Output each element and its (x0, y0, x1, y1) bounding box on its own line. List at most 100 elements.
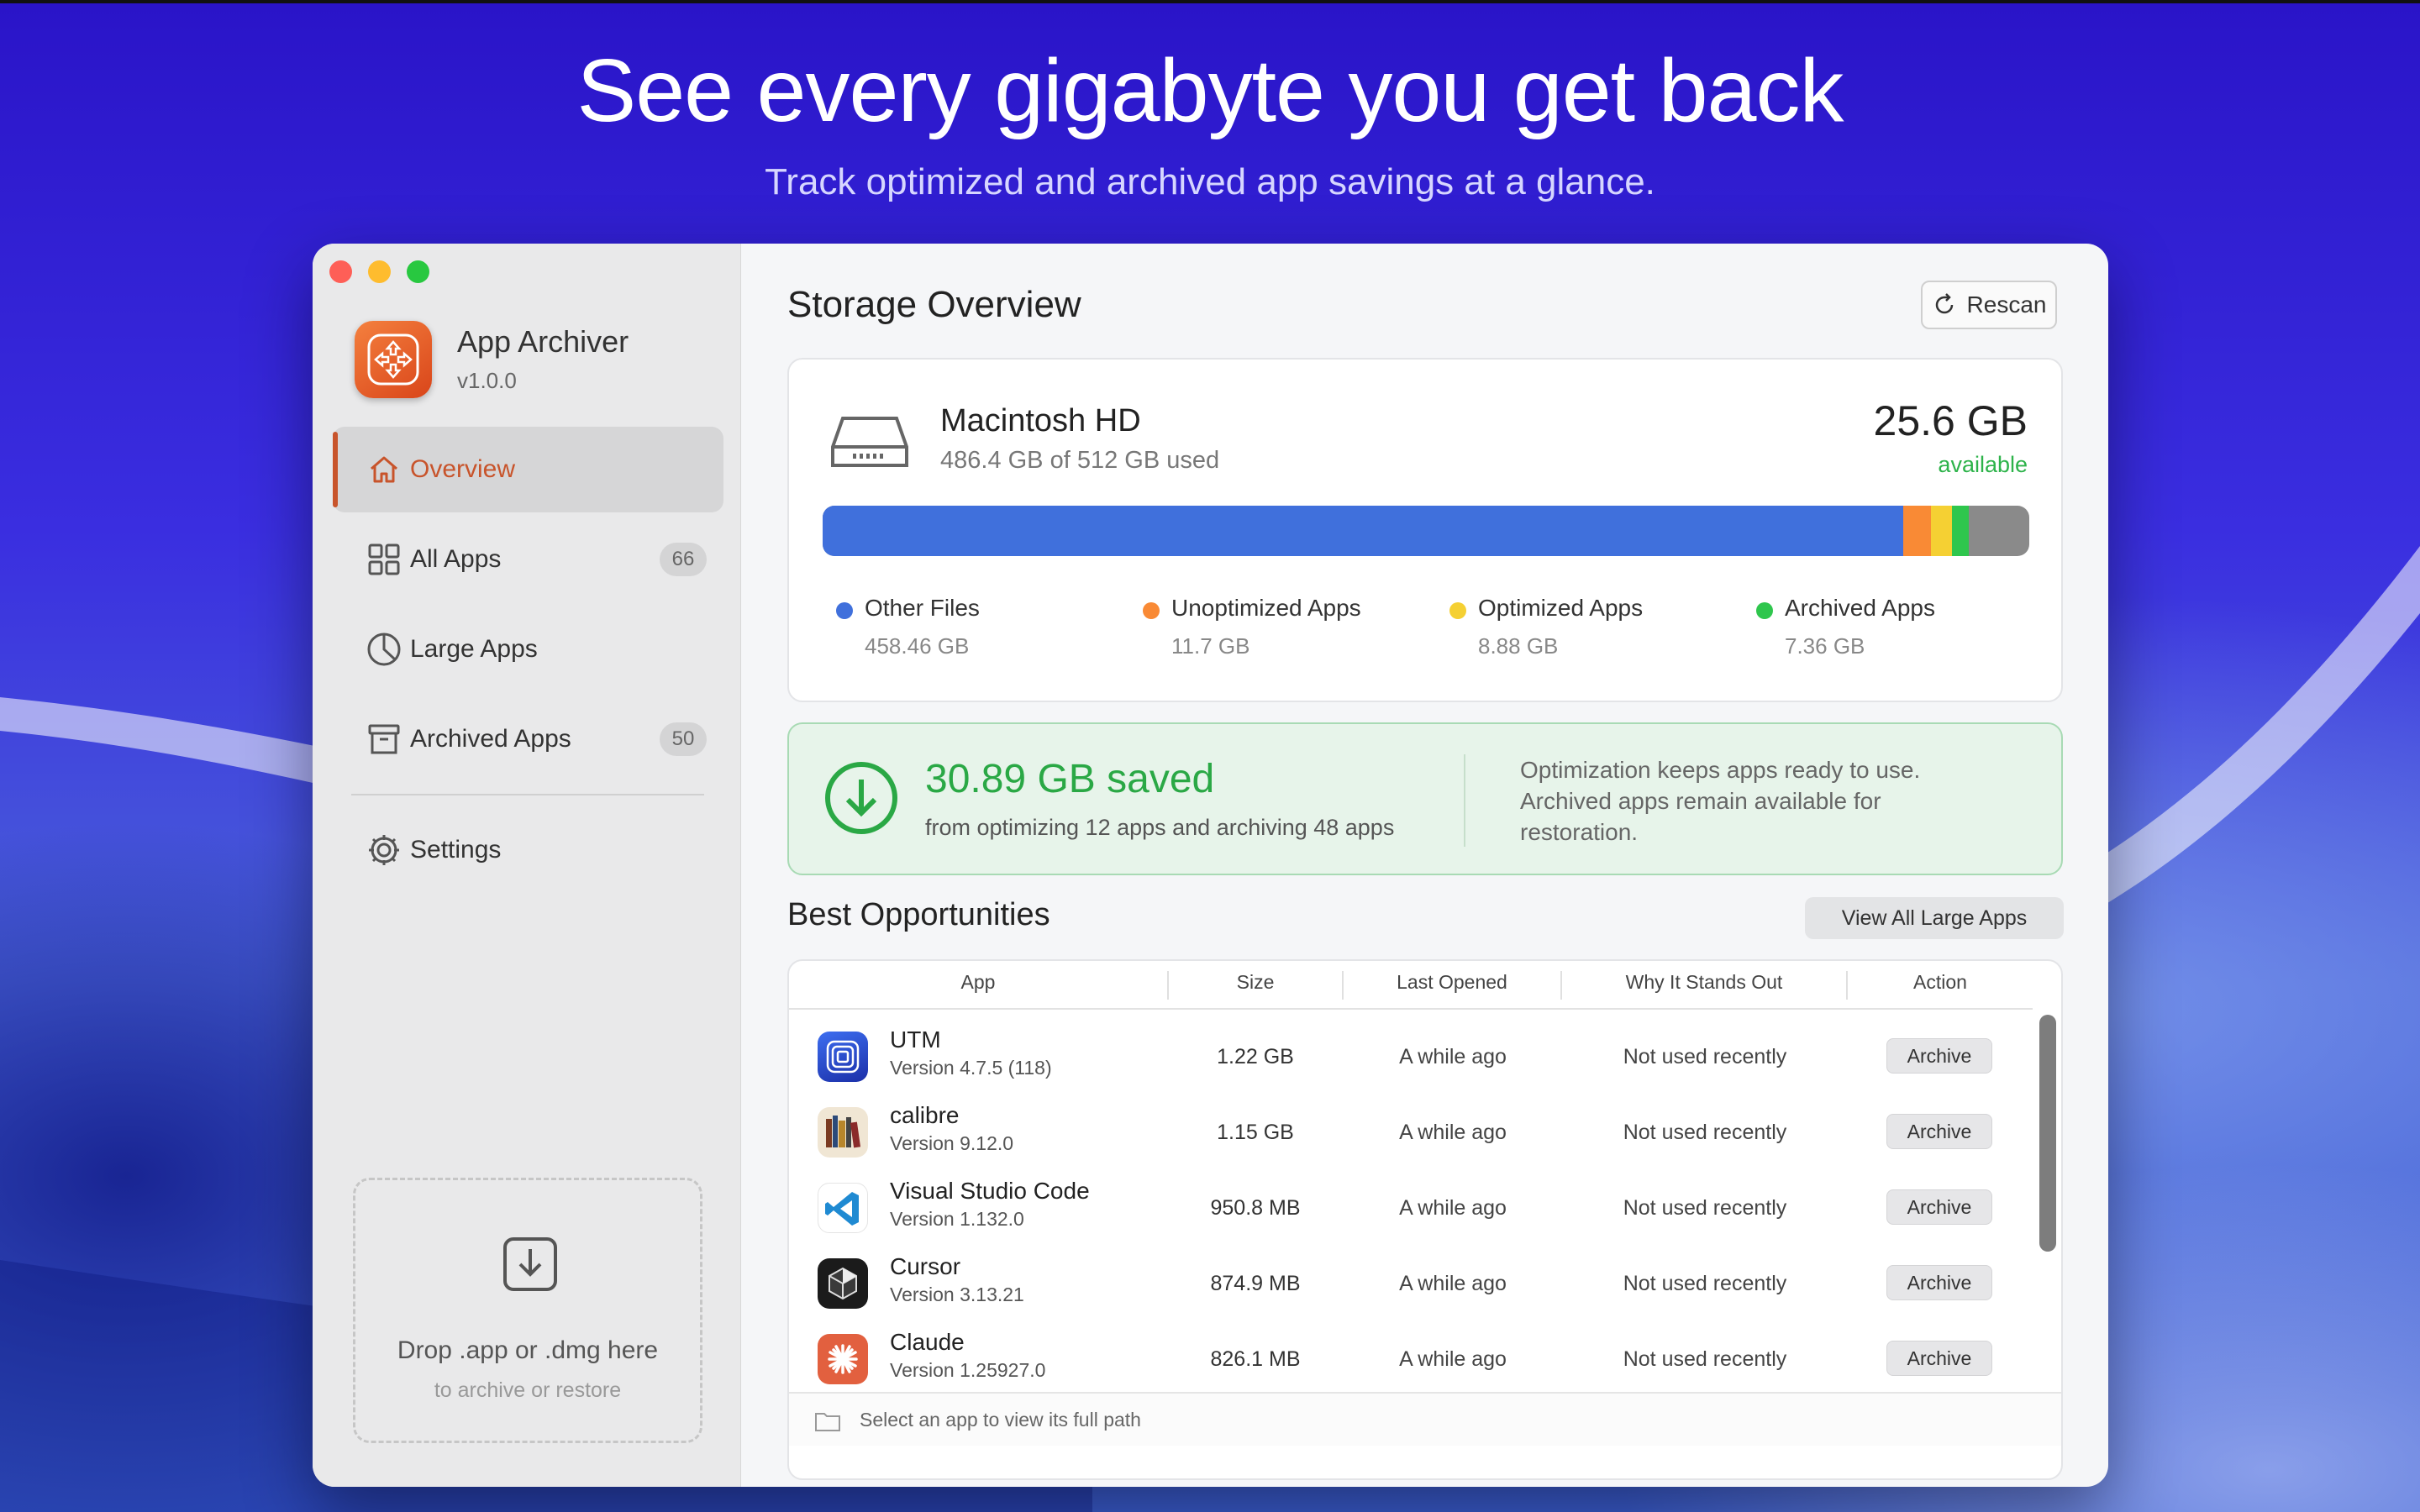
count-badge: 66 (660, 543, 707, 576)
app-size: 826.1 MB (1210, 1347, 1301, 1371)
app-version: Version 9.12.0 (890, 1132, 1014, 1154)
zoom-window-button[interactable] (407, 260, 429, 283)
table-row[interactable]: Cursor Version 3.13.21 874.9 MB A while … (789, 1238, 2033, 1314)
table-footer: Select an app to view its full path (789, 1392, 2061, 1446)
why-stands-out: Not used recently (1623, 1121, 1787, 1144)
app-name: Cursor (890, 1253, 961, 1279)
grid-icon (365, 540, 403, 579)
column-header-action[interactable]: Action (1848, 971, 2033, 994)
storage-bar-segment (1951, 506, 1970, 556)
sidebar-item-label: Settings (410, 836, 502, 864)
sidebar: App Archiver v1.0.0 Overview All Apps 66… (313, 244, 741, 1487)
sidebar-item-all-apps[interactable]: All Apps 66 (333, 517, 723, 602)
app-size: 874.9 MB (1210, 1272, 1301, 1295)
disk-available-label: available (1938, 452, 2028, 477)
savings-headline: 30.89 GB saved (925, 757, 1215, 801)
disk-available-value: 25.6 GB (1873, 397, 2028, 444)
utm-app-icon (818, 1032, 868, 1082)
close-window-button[interactable] (329, 260, 352, 283)
archive-button[interactable]: Archive (1886, 1114, 1992, 1149)
storage-bar (823, 506, 2029, 556)
table-row[interactable]: calibre Version 9.12.0 1.15 GB A while a… (789, 1087, 2033, 1163)
opportunities-table: App Size Last Opened Why It Stands Out A… (787, 959, 2063, 1480)
legend-dot (1756, 602, 1773, 619)
last-opened: A while ago (1399, 1121, 1507, 1144)
column-header-app[interactable]: App (789, 971, 1167, 994)
cursor-app-icon (818, 1258, 868, 1309)
app-name: Claude (890, 1329, 965, 1355)
column-header-size[interactable]: Size (1169, 971, 1342, 994)
last-opened: A while ago (1399, 1347, 1507, 1371)
why-stands-out: Not used recently (1623, 1347, 1787, 1371)
sidebar-item-large-apps[interactable]: Large Apps (333, 606, 723, 692)
table-row[interactable]: UTM Version 4.7.5 (118) 1.22 GB A while … (789, 1011, 2033, 1087)
savings-card: 30.89 GB saved from optimizing 12 apps a… (787, 722, 2063, 875)
app-version: Version 1.25927.0 (890, 1359, 1046, 1381)
archive-button[interactable]: Archive (1886, 1189, 1992, 1225)
sidebar-item-label: All Apps (410, 545, 502, 573)
traffic-lights (329, 260, 429, 283)
app-size: 1.15 GB (1217, 1121, 1294, 1144)
drop-zone-subtitle: to archive or restore (434, 1378, 622, 1402)
hard-drive-icon (831, 417, 908, 467)
footer-hint: Select an app to view its full path (860, 1409, 1141, 1431)
drop-zone[interactable]: Drop .app or .dmg here to archive or res… (353, 1178, 702, 1443)
rescan-label: Rescan (1966, 291, 2047, 318)
legend-name: Optimized Apps (1478, 595, 1644, 621)
why-stands-out: Not used recently (1623, 1196, 1787, 1220)
archive-button[interactable]: Archive (1886, 1038, 1992, 1074)
app-size: 1.22 GB (1217, 1045, 1294, 1068)
view-all-large-apps-button[interactable]: View All Large Apps (1805, 897, 2064, 939)
minimize-window-button[interactable] (368, 260, 391, 283)
disk-name: Macintosh HD (940, 403, 1141, 438)
disk-usage: 486.4 GB of 512 GB used (940, 447, 1220, 474)
legend-dot (1143, 602, 1160, 619)
drop-zone-title: Drop .app or .dmg here (397, 1336, 659, 1364)
app-name: App Archiver (457, 324, 629, 359)
claude-app-icon (818, 1334, 868, 1384)
app-name: UTM (890, 1026, 941, 1053)
sidebar-item-label: Archived Apps (410, 725, 571, 753)
sidebar-item-overview[interactable]: Overview (333, 427, 723, 512)
app-name: calibre (890, 1102, 960, 1128)
legend-name: Archived Apps (1785, 595, 1935, 621)
storage-bar-segment (1930, 506, 1952, 556)
rescan-button[interactable]: Rescan (1921, 281, 2057, 329)
app-size: 950.8 MB (1210, 1196, 1301, 1220)
hero-subtitle: Track optimized and archived app savings… (765, 161, 1655, 202)
page-title: Storage Overview (787, 284, 1081, 325)
table-body: UTM Version 4.7.5 (118) 1.22 GB A while … (789, 1011, 2033, 1394)
why-stands-out: Not used recently (1623, 1272, 1787, 1295)
sidebar-item-label: Overview (410, 455, 516, 483)
refresh-icon (1935, 293, 1953, 314)
savings-divider (1464, 754, 1465, 847)
home-icon (365, 450, 403, 489)
storage-bar-segment (1902, 506, 1931, 556)
count-badge: 50 (660, 722, 707, 756)
why-stands-out: Not used recently (1623, 1045, 1787, 1068)
legend-dot (836, 602, 853, 619)
sidebar-item-archived-apps[interactable]: Archived Apps 50 (333, 696, 723, 782)
table-header: App Size Last Opened Why It Stands Out A… (789, 961, 2033, 1010)
calibre-app-icon (818, 1107, 868, 1158)
archive-button[interactable]: Archive (1886, 1341, 1992, 1376)
hero-title: See every gigabyte you get back (576, 41, 1844, 140)
app-version: v1.0.0 (457, 368, 517, 393)
column-header-why[interactable]: Why It Stands Out (1562, 971, 1846, 994)
scrollbar-thumb[interactable] (2039, 1015, 2056, 1252)
table-row[interactable]: Visual Studio Code Version 1.132.0 950.8… (789, 1163, 2033, 1238)
legend-value: 11.7 GB (1171, 633, 1250, 659)
sidebar-divider (351, 794, 704, 795)
app-version: Version 3.13.21 (890, 1284, 1024, 1305)
sidebar-item-label: Large Apps (410, 635, 538, 663)
last-opened: A while ago (1399, 1045, 1507, 1068)
column-header-last-opened[interactable]: Last Opened (1344, 971, 1560, 994)
legend-dot (1449, 602, 1466, 619)
archive-button[interactable]: Archive (1886, 1265, 1992, 1300)
sidebar-item-settings[interactable]: Settings (333, 807, 723, 893)
table-row[interactable]: Claude Version 1.25927.0 826.1 MB A whil… (789, 1314, 2033, 1389)
gear-icon (365, 831, 403, 869)
main-content: Storage Overview Rescan Macintosh HD 486… (741, 244, 2108, 1487)
storage-bar-segment (823, 506, 1903, 556)
disk-card: Macintosh HD 486.4 GB of 512 GB used 25.… (787, 358, 2063, 702)
